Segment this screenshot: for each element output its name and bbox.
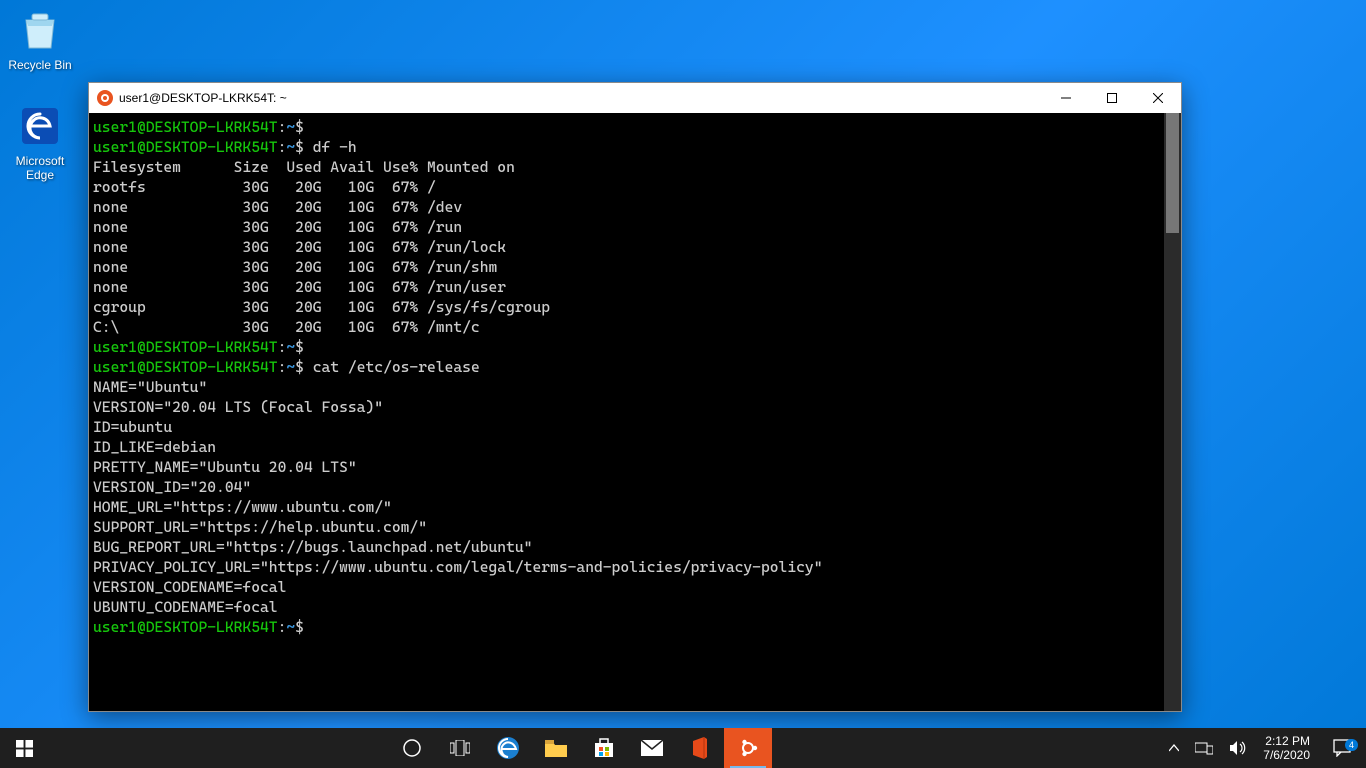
terminal-command: df -h xyxy=(313,138,357,156)
terminal-output-line: none 30G 20G 10G 67% /run xyxy=(93,217,1175,237)
terminal-prompt-line: user1@DESKTOP-LKRK54T:~$ xyxy=(93,337,1175,357)
terminal-scrollbar[interactable] xyxy=(1164,113,1181,711)
desktop-icon-label: Recycle Bin xyxy=(2,58,78,72)
prompt-path: ~ xyxy=(286,118,295,136)
desktop-icon-label: Microsoft Edge xyxy=(2,154,78,182)
tray-network-icon[interactable] xyxy=(1187,728,1221,768)
terminal-output-line: HOME_URL="https://www.ubuntu.com/" xyxy=(93,497,1175,517)
taskbar-cortana-button[interactable] xyxy=(388,728,436,768)
terminal-output-line: NAME="Ubuntu" xyxy=(93,377,1175,397)
terminal-output-line: BUG_REPORT_URL="https://bugs.launchpad.n… xyxy=(93,537,1175,557)
terminal-output-line: ID_LIKE=debian xyxy=(93,437,1175,457)
prompt-user: user1@DESKTOP-LKRK54T xyxy=(93,118,278,136)
terminal-prompt-line: user1@DESKTOP-LKRK54T:~$ df -h xyxy=(93,137,1175,157)
edge-icon xyxy=(16,102,64,150)
desktop-icon-recycle-bin[interactable]: Recycle Bin xyxy=(2,6,78,72)
terminal-command: cat /etc/os-release xyxy=(313,358,480,376)
window-close-button[interactable] xyxy=(1135,83,1181,113)
window-maximize-button[interactable] xyxy=(1089,83,1135,113)
prompt-path: ~ xyxy=(286,138,295,156)
prompt-user: user1@DESKTOP-LKRK54T xyxy=(93,138,278,156)
terminal-output-line: PRIVACY_POLICY_URL="https://www.ubuntu.c… xyxy=(93,557,1175,577)
taskbar-edge-button[interactable] xyxy=(484,728,532,768)
window-titlebar[interactable]: user1@DESKTOP-LKRK54T: ~ xyxy=(89,83,1181,113)
terminal-output-line: rootfs 30G 20G 10G 67% / xyxy=(93,177,1175,197)
notification-badge: 4 xyxy=(1345,739,1358,751)
terminal-prompt-line: user1@DESKTOP-LKRK54T:~$ cat /etc/os-rel… xyxy=(93,357,1175,377)
desktop-icon-edge[interactable]: Microsoft Edge xyxy=(2,102,78,182)
clock-date: 7/6/2020 xyxy=(1263,748,1310,762)
taskbar-file-explorer-button[interactable] xyxy=(532,728,580,768)
window-minimize-button[interactable] xyxy=(1043,83,1089,113)
ubuntu-icon xyxy=(97,90,113,106)
taskbar: 2:12 PM 7/6/2020 4 xyxy=(0,728,1366,768)
terminal-output-line: VERSION="20.04 LTS (Focal Fossa)" xyxy=(93,397,1175,417)
prompt-path: ~ xyxy=(286,358,295,376)
prompt-path: ~ xyxy=(286,618,295,636)
tray-chevron-up-icon[interactable] xyxy=(1161,728,1187,768)
tray-volume-icon[interactable] xyxy=(1221,728,1255,768)
taskbar-store-button[interactable] xyxy=(580,728,628,768)
prompt-user: user1@DESKTOP-LKRK54T xyxy=(93,358,278,376)
terminal-output-line: C:\ 30G 20G 10G 67% /mnt/c xyxy=(93,317,1175,337)
terminal-output-line: none 30G 20G 10G 67% /run/user xyxy=(93,277,1175,297)
terminal-output-line: cgroup 30G 20G 10G 67% /sys/fs/cgroup xyxy=(93,297,1175,317)
taskbar-clock[interactable]: 2:12 PM 7/6/2020 xyxy=(1255,734,1318,762)
taskbar-ubuntu-button[interactable] xyxy=(724,728,772,768)
terminal-body[interactable]: user1@DESKTOP-LKRK54T:~$ user1@DESKTOP-L… xyxy=(89,113,1181,711)
clock-time: 2:12 PM xyxy=(1263,734,1310,748)
terminal-output-line: Filesystem Size Used Avail Use% Mounted … xyxy=(93,157,1175,177)
window-title: user1@DESKTOP-LKRK54T: ~ xyxy=(119,91,287,105)
prompt-user: user1@DESKTOP-LKRK54T xyxy=(93,618,278,636)
taskbar-mail-button[interactable] xyxy=(628,728,676,768)
recycle-bin-icon xyxy=(16,6,64,54)
terminal-output-line: VERSION_CODENAME=focal xyxy=(93,577,1175,597)
terminal-output-line: none 30G 20G 10G 67% /run/shm xyxy=(93,257,1175,277)
terminal-output-line: UBUNTU_CODENAME=focal xyxy=(93,597,1175,617)
terminal-output-line: none 30G 20G 10G 67% /run/lock xyxy=(93,237,1175,257)
taskbar-office-button[interactable] xyxy=(676,728,724,768)
prompt-user: user1@DESKTOP-LKRK54T xyxy=(93,338,278,356)
terminal-output-line: SUPPORT_URL="https://help.ubuntu.com/" xyxy=(93,517,1175,537)
terminal-output-line: none 30G 20G 10G 67% /dev xyxy=(93,197,1175,217)
scrollbar-thumb[interactable] xyxy=(1166,113,1179,233)
terminal-output-line: ID=ubuntu xyxy=(93,417,1175,437)
terminal-output-line: VERSION_ID="20.04" xyxy=(93,477,1175,497)
taskbar-notifications-button[interactable]: 4 xyxy=(1318,739,1366,757)
taskbar-taskview-button[interactable] xyxy=(436,728,484,768)
terminal-window: user1@DESKTOP-LKRK54T: ~ user1@DESKTOP-L… xyxy=(88,82,1182,712)
terminal-prompt-line: user1@DESKTOP-LKRK54T:~$ xyxy=(93,117,1175,137)
terminal-output-line: PRETTY_NAME="Ubuntu 20.04 LTS" xyxy=(93,457,1175,477)
prompt-path: ~ xyxy=(286,338,295,356)
terminal-prompt-line: user1@DESKTOP-LKRK54T:~$ xyxy=(93,617,1175,637)
start-button[interactable] xyxy=(0,728,48,768)
